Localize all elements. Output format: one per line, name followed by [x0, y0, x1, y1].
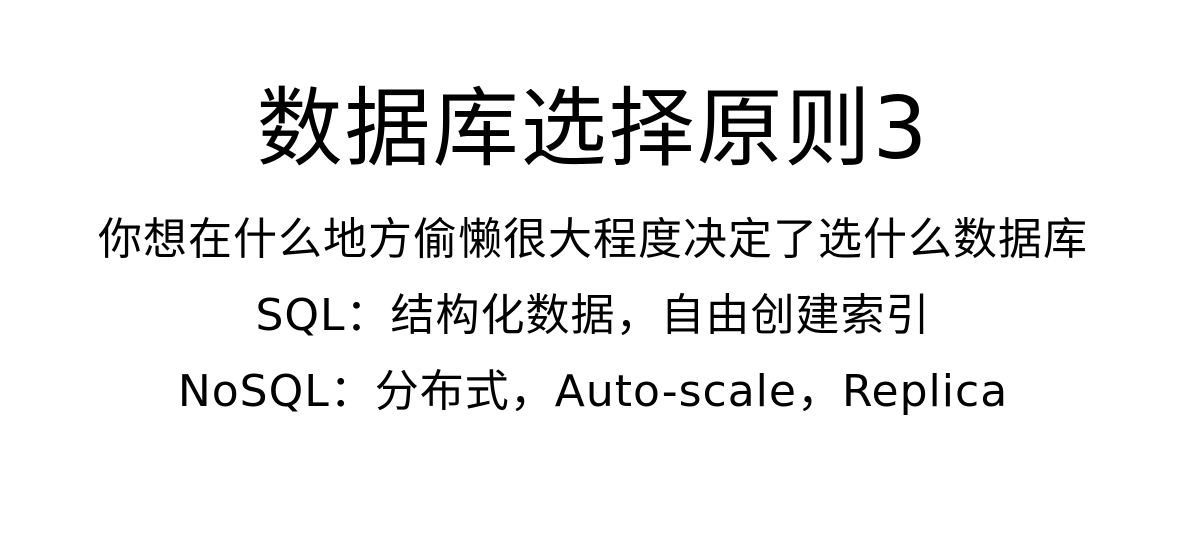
sql-point: SQL：结构化数据，自由创建索引: [255, 290, 931, 341]
slide: 数据库选择原则3 你想在什么地方偷懒很大程度决定了选什么数据库 SQL：结构化数…: [0, 0, 1186, 540]
slide-subtitle: 你想在什么地方偷懒很大程度决定了选什么数据库: [98, 214, 1088, 265]
nosql-point: NoSQL：分布式，Auto-scale，Replica: [177, 366, 1009, 417]
slide-title: 数据库选择原则3: [256, 79, 930, 179]
